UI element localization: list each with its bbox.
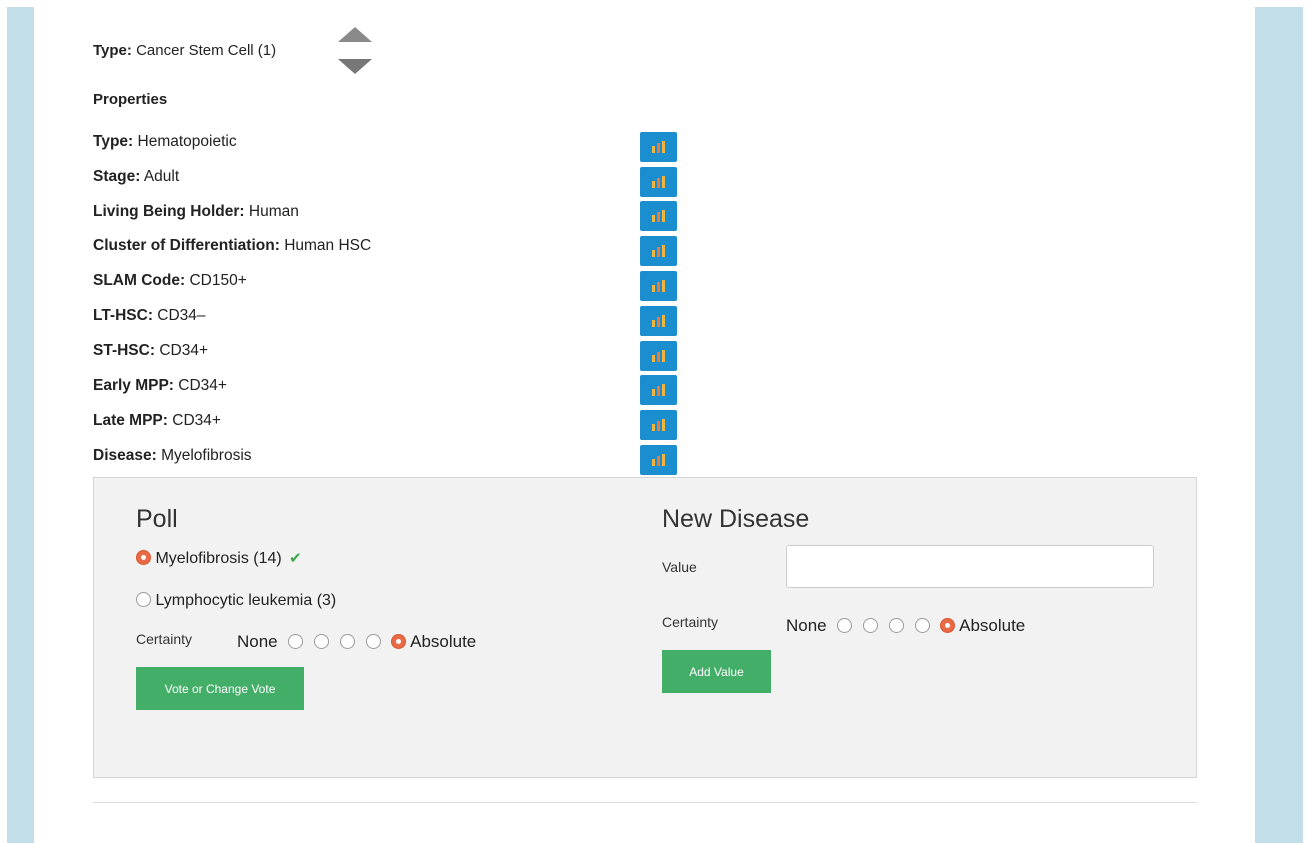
new-disease-title: New Disease bbox=[662, 505, 810, 533]
property-label: Late MPP: bbox=[93, 412, 168, 429]
divider bbox=[93, 802, 1197, 803]
stats-button-early-mpp[interactable] bbox=[640, 375, 677, 405]
certainty-radio-5[interactable] bbox=[391, 634, 407, 649]
certainty-radio-4[interactable] bbox=[914, 618, 930, 633]
property-row-cluster-of-differentiation: Cluster of Differentiation: Human HSC bbox=[93, 236, 371, 256]
poll-option-label: Myelofibrosis (14) bbox=[155, 550, 282, 567]
vote-button[interactable]: Vote or Change Vote bbox=[136, 667, 304, 710]
new-disease-certainty-label: Certainty bbox=[662, 614, 719, 630]
property-row-stage: Stage: Adult bbox=[93, 167, 179, 187]
property-row-early-mpp: Early MPP: CD34+ bbox=[93, 376, 227, 396]
stats-button-type[interactable] bbox=[640, 132, 677, 162]
poll-option-label: Lymphocytic leukemia (3) bbox=[155, 592, 337, 609]
stats-button-living-being-holder[interactable] bbox=[640, 201, 677, 231]
certainty-max-label: Absolute bbox=[410, 632, 477, 651]
property-row-st-hsc: ST-HSC: CD34+ bbox=[93, 341, 208, 361]
poll-option-lymphocytic-leukemia[interactable]: Lymphocytic leukemia (3) bbox=[136, 591, 336, 611]
poll-certainty-scale: None Absolute bbox=[237, 631, 476, 653]
left-sidebar-strip bbox=[7, 7, 34, 843]
stats-button-lt-hsc[interactable] bbox=[640, 306, 677, 336]
bar-chart-icon bbox=[652, 350, 665, 362]
stats-button-stage[interactable] bbox=[640, 167, 677, 197]
property-label: LT-HSC: bbox=[93, 307, 153, 324]
poll-option-myelofibrosis[interactable]: Myelofibrosis (14) ✔ bbox=[136, 549, 302, 569]
property-value: CD34– bbox=[157, 307, 206, 324]
certainty-radio-5[interactable] bbox=[940, 618, 956, 633]
certainty-radio-2[interactable] bbox=[863, 618, 879, 633]
bar-chart-icon bbox=[652, 141, 665, 153]
add-value-button[interactable]: Add Value bbox=[662, 650, 771, 693]
certainty-radio-2[interactable] bbox=[314, 634, 330, 649]
property-label: Disease: bbox=[93, 447, 157, 464]
certainty-radio-3[interactable] bbox=[339, 634, 355, 649]
new-disease-certainty-scale: None Absolute bbox=[786, 615, 1025, 637]
property-row-lt-hsc: LT-HSC: CD34– bbox=[93, 306, 206, 326]
poll-certainty-label: Certainty bbox=[136, 631, 193, 647]
type-value: Cancer Stem Cell (1) bbox=[136, 42, 277, 59]
right-sidebar-strip bbox=[1255, 7, 1303, 843]
downvote-arrow-icon[interactable] bbox=[338, 59, 372, 74]
property-value: Myelofibrosis bbox=[161, 447, 252, 464]
bar-chart-icon bbox=[652, 280, 665, 292]
upvote-arrow-icon[interactable] bbox=[338, 27, 372, 42]
radio-unselected[interactable] bbox=[136, 592, 151, 607]
bar-chart-icon bbox=[652, 210, 665, 222]
property-value: CD34+ bbox=[172, 412, 221, 429]
property-label: SLAM Code: bbox=[93, 272, 186, 289]
property-value: CD34+ bbox=[159, 342, 208, 359]
property-label: Stage: bbox=[93, 168, 141, 185]
stats-button-cluster-of-differentiation[interactable] bbox=[640, 236, 677, 266]
bar-chart-icon bbox=[652, 384, 665, 396]
property-row-late-mpp: Late MPP: CD34+ bbox=[93, 411, 221, 431]
properties-heading: Properties bbox=[93, 91, 168, 108]
certainty-radio-4[interactable] bbox=[365, 634, 381, 649]
bar-chart-icon bbox=[652, 245, 665, 257]
stats-button-late-mpp[interactable] bbox=[640, 410, 677, 440]
poll-panel bbox=[93, 477, 1197, 778]
certainty-max-label: Absolute bbox=[959, 616, 1026, 635]
stats-button-slam-code[interactable] bbox=[640, 271, 677, 301]
property-value: CD34+ bbox=[178, 377, 227, 394]
property-value: Hematopoietic bbox=[137, 133, 237, 150]
bar-chart-icon bbox=[652, 176, 665, 188]
property-label: Early MPP: bbox=[93, 377, 174, 394]
bar-chart-icon bbox=[652, 454, 665, 466]
certainty-radio-1[interactable] bbox=[837, 618, 853, 633]
property-row-slam-code: SLAM Code: CD150+ bbox=[93, 271, 247, 291]
property-value: CD150+ bbox=[189, 272, 247, 289]
property-label: Cluster of Differentiation: bbox=[93, 237, 280, 254]
certainty-radio-1[interactable] bbox=[288, 634, 304, 649]
certainty-radio-3[interactable] bbox=[888, 618, 904, 633]
radio-selected[interactable] bbox=[136, 550, 151, 565]
property-row-type: Type: Hematopoietic bbox=[93, 132, 237, 152]
certainty-min-label: None bbox=[786, 616, 827, 635]
bar-chart-icon bbox=[652, 419, 665, 431]
type-label: Type: bbox=[93, 42, 132, 59]
stats-button-st-hsc[interactable] bbox=[640, 341, 677, 371]
property-value: Human HSC bbox=[284, 237, 372, 254]
checkmark-icon: ✔ bbox=[289, 550, 302, 567]
bar-chart-icon bbox=[652, 315, 665, 327]
property-label: ST-HSC: bbox=[93, 342, 155, 359]
disease-value-input[interactable] bbox=[786, 545, 1154, 588]
property-label: Living Being Holder: bbox=[93, 203, 245, 220]
type-row: Type: Cancer Stem Cell (1) bbox=[93, 42, 276, 59]
property-label: Type: bbox=[93, 133, 134, 150]
property-row-living-being-holder: Living Being Holder: Human bbox=[93, 202, 299, 222]
property-value: Adult bbox=[143, 168, 180, 185]
stats-button-disease[interactable] bbox=[640, 445, 677, 475]
property-value: Human bbox=[248, 203, 299, 220]
vote-arrows bbox=[338, 27, 374, 77]
value-label: Value bbox=[662, 559, 697, 575]
poll-title: Poll bbox=[136, 505, 178, 533]
certainty-min-label: None bbox=[237, 632, 278, 651]
property-row-disease: Disease: Myelofibrosis bbox=[93, 446, 252, 466]
